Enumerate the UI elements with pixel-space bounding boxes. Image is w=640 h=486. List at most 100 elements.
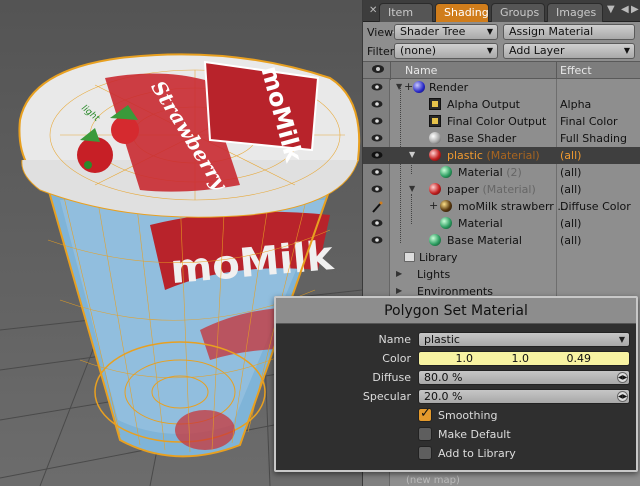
- brush-icon[interactable]: [371, 201, 383, 213]
- color-r-value[interactable]: 1.0: [419, 352, 474, 365]
- visibility-column-icon[interactable]: [371, 64, 385, 77]
- tree-row-effect: (all): [560, 234, 582, 247]
- library-icon: [404, 252, 415, 262]
- tree-row-label: Base Material: [447, 234, 522, 247]
- tree-row-type: (2): [506, 166, 522, 179]
- close-icon[interactable]: ✕: [369, 5, 377, 16]
- color-label: Color: [382, 352, 411, 365]
- eye-icon[interactable]: [371, 218, 383, 228]
- tree-row-name: paper: [447, 183, 479, 196]
- specular-value: 20.0 %: [424, 390, 463, 403]
- output-icon: [429, 98, 441, 110]
- eye-icon[interactable]: [371, 167, 383, 177]
- tree-row-plastic[interactable]: ▼ plastic (Material) (all): [363, 147, 640, 164]
- expand-arrow-icon[interactable]: ▼: [396, 82, 402, 91]
- view-label: View: [367, 26, 394, 39]
- material-icon: [429, 234, 441, 246]
- spinner-icon[interactable]: ◀▶: [617, 372, 628, 383]
- diffuse-field[interactable]: 80.0 % ◀▶: [418, 370, 630, 385]
- add-to-library-checkbox[interactable]: [418, 446, 432, 460]
- tree-row-image-map[interactable]: + moMilk strawberr ... Diffuse Color: [363, 198, 640, 215]
- dialog-body: Name plastic ▼ Color 1.0 1.0 0.49 Diffus…: [276, 324, 636, 470]
- tree-row-name: plastic: [447, 149, 483, 162]
- new-map-hint: (new map): [406, 475, 460, 486]
- eye-icon[interactable]: [371, 133, 383, 143]
- eye-icon[interactable]: [371, 184, 383, 194]
- tree-row-material-2[interactable]: Material (2) (all): [363, 164, 640, 181]
- filter-dropdown-value: (none): [400, 44, 437, 57]
- tree-row-effect: (all): [560, 183, 582, 196]
- filter-dropdown[interactable]: (none) ▼: [394, 43, 498, 59]
- view-dropdown-value: Shader Tree: [400, 25, 466, 38]
- make-default-label[interactable]: Make Default: [438, 428, 511, 441]
- tab-groups[interactable]: Groups: [491, 3, 545, 22]
- tree-row-material[interactable]: Material (all): [363, 215, 640, 232]
- tab-bar: ✕ Item ... Shading Groups Images ▼ ◀ ▶: [363, 0, 640, 36]
- tab-scroll-right-icon[interactable]: ▶: [631, 4, 639, 15]
- smoothing-checkbox[interactable]: [418, 406, 432, 422]
- tree-row-final-color-output[interactable]: Final Color Output Final Color: [363, 113, 640, 130]
- dialog-title[interactable]: Polygon Set Material: [276, 298, 636, 324]
- tree-header: Name Effect: [363, 61, 640, 80]
- name-dropdown[interactable]: plastic ▼: [418, 332, 630, 347]
- assign-material-button[interactable]: Assign Material: [503, 24, 635, 40]
- name-value: plastic: [424, 333, 460, 346]
- spinner-icon[interactable]: ◀▶: [617, 391, 628, 402]
- render-icon: [413, 81, 425, 93]
- specular-label: Specular: [362, 390, 411, 403]
- filter-row: Filter (none) ▼ Add Layer ▼: [363, 42, 640, 61]
- diffuse-value: 80.0 %: [424, 371, 463, 384]
- tree-row-paper[interactable]: ▼ paper (Material) (all): [363, 181, 640, 198]
- expand-arrow-icon[interactable]: ▼: [409, 150, 415, 159]
- plus-icon[interactable]: +: [429, 199, 438, 212]
- color-field[interactable]: 1.0 1.0 0.49: [418, 351, 630, 366]
- chevron-down-icon: ▼: [486, 46, 493, 55]
- chevron-down-icon: ▼: [623, 46, 630, 55]
- yogurt-lid-model[interactable]: Strawberry moMilk light: [18, 53, 361, 218]
- tree-row-type: (Material): [482, 183, 536, 196]
- tree-row-lights[interactable]: ▶ Lights: [363, 266, 640, 283]
- output-icon: [429, 115, 441, 127]
- polygon-set-material-dialog: Polygon Set Material Name plastic ▼ Colo…: [274, 296, 638, 472]
- tree-row-label: Base Shader: [447, 132, 517, 145]
- tree-row-effect: (all): [560, 166, 582, 179]
- tab-images[interactable]: Images: [547, 3, 603, 22]
- column-header-effect[interactable]: Effect: [560, 64, 592, 77]
- tab-items[interactable]: Item ...: [379, 3, 433, 36]
- view-row: View Shader Tree ▼ Assign Material: [363, 23, 640, 42]
- tab-menu-icon[interactable]: ▼: [607, 4, 615, 15]
- add-to-library-label[interactable]: Add to Library: [438, 447, 516, 460]
- tab-scroll-left-icon[interactable]: ◀: [621, 4, 629, 15]
- specular-field[interactable]: 20.0 % ◀▶: [418, 389, 630, 404]
- eye-icon[interactable]: [371, 235, 383, 245]
- eye-icon[interactable]: [371, 82, 383, 92]
- material-group-icon: [429, 149, 441, 161]
- tree-row-effect: (all): [560, 149, 582, 162]
- view-dropdown[interactable]: Shader Tree ▼: [394, 24, 498, 40]
- column-separator: [556, 62, 557, 80]
- assign-material-label: Assign Material: [509, 25, 594, 38]
- tree-row-base-shader[interactable]: Base Shader Full Shading: [363, 130, 640, 147]
- eye-icon[interactable]: [371, 116, 383, 126]
- tree-row-effect: Alpha: [560, 98, 592, 111]
- eye-icon[interactable]: [371, 150, 383, 160]
- color-g-value[interactable]: 1.0: [475, 352, 530, 365]
- tree-row-type: (Material): [486, 149, 540, 162]
- tree-row-base-material[interactable]: Base Material (all): [363, 232, 640, 249]
- add-layer-dropdown[interactable]: Add Layer ▼: [503, 43, 635, 59]
- tree-row-library[interactable]: Library: [363, 249, 640, 266]
- tree-row-label: plastic (Material): [447, 149, 540, 162]
- collapse-arrow-icon[interactable]: ▶: [396, 286, 402, 295]
- smoothing-label[interactable]: Smoothing: [438, 409, 497, 422]
- eye-icon[interactable]: [371, 99, 383, 109]
- make-default-checkbox[interactable]: [418, 427, 432, 441]
- name-label: Name: [378, 333, 411, 346]
- tree-row-alpha-output[interactable]: Alpha Output Alpha: [363, 96, 640, 113]
- tab-shading[interactable]: Shading: [435, 3, 489, 22]
- column-header-name[interactable]: Name: [405, 64, 437, 77]
- color-b-value[interactable]: 0.49: [537, 352, 592, 365]
- tree-row-name: Material: [458, 166, 503, 179]
- tree-row-render[interactable]: ▼ + Render: [363, 79, 640, 96]
- collapse-arrow-icon[interactable]: ▶: [396, 269, 402, 278]
- expand-arrow-icon[interactable]: ▼: [409, 184, 415, 193]
